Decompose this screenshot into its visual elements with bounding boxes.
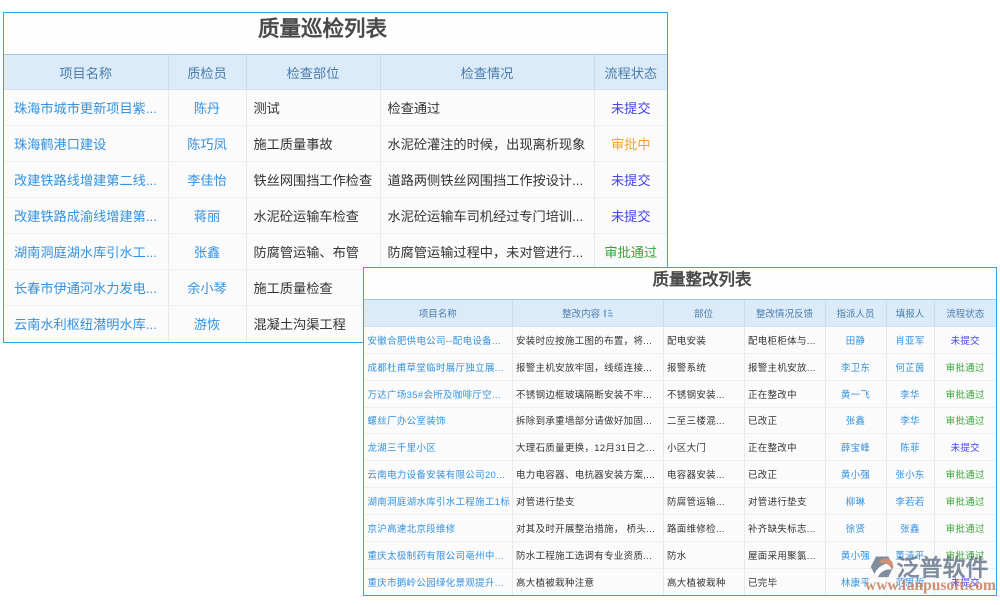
svg-text:www.fanpusoft.com: www.fanpusoft.com <box>865 577 996 594</box>
